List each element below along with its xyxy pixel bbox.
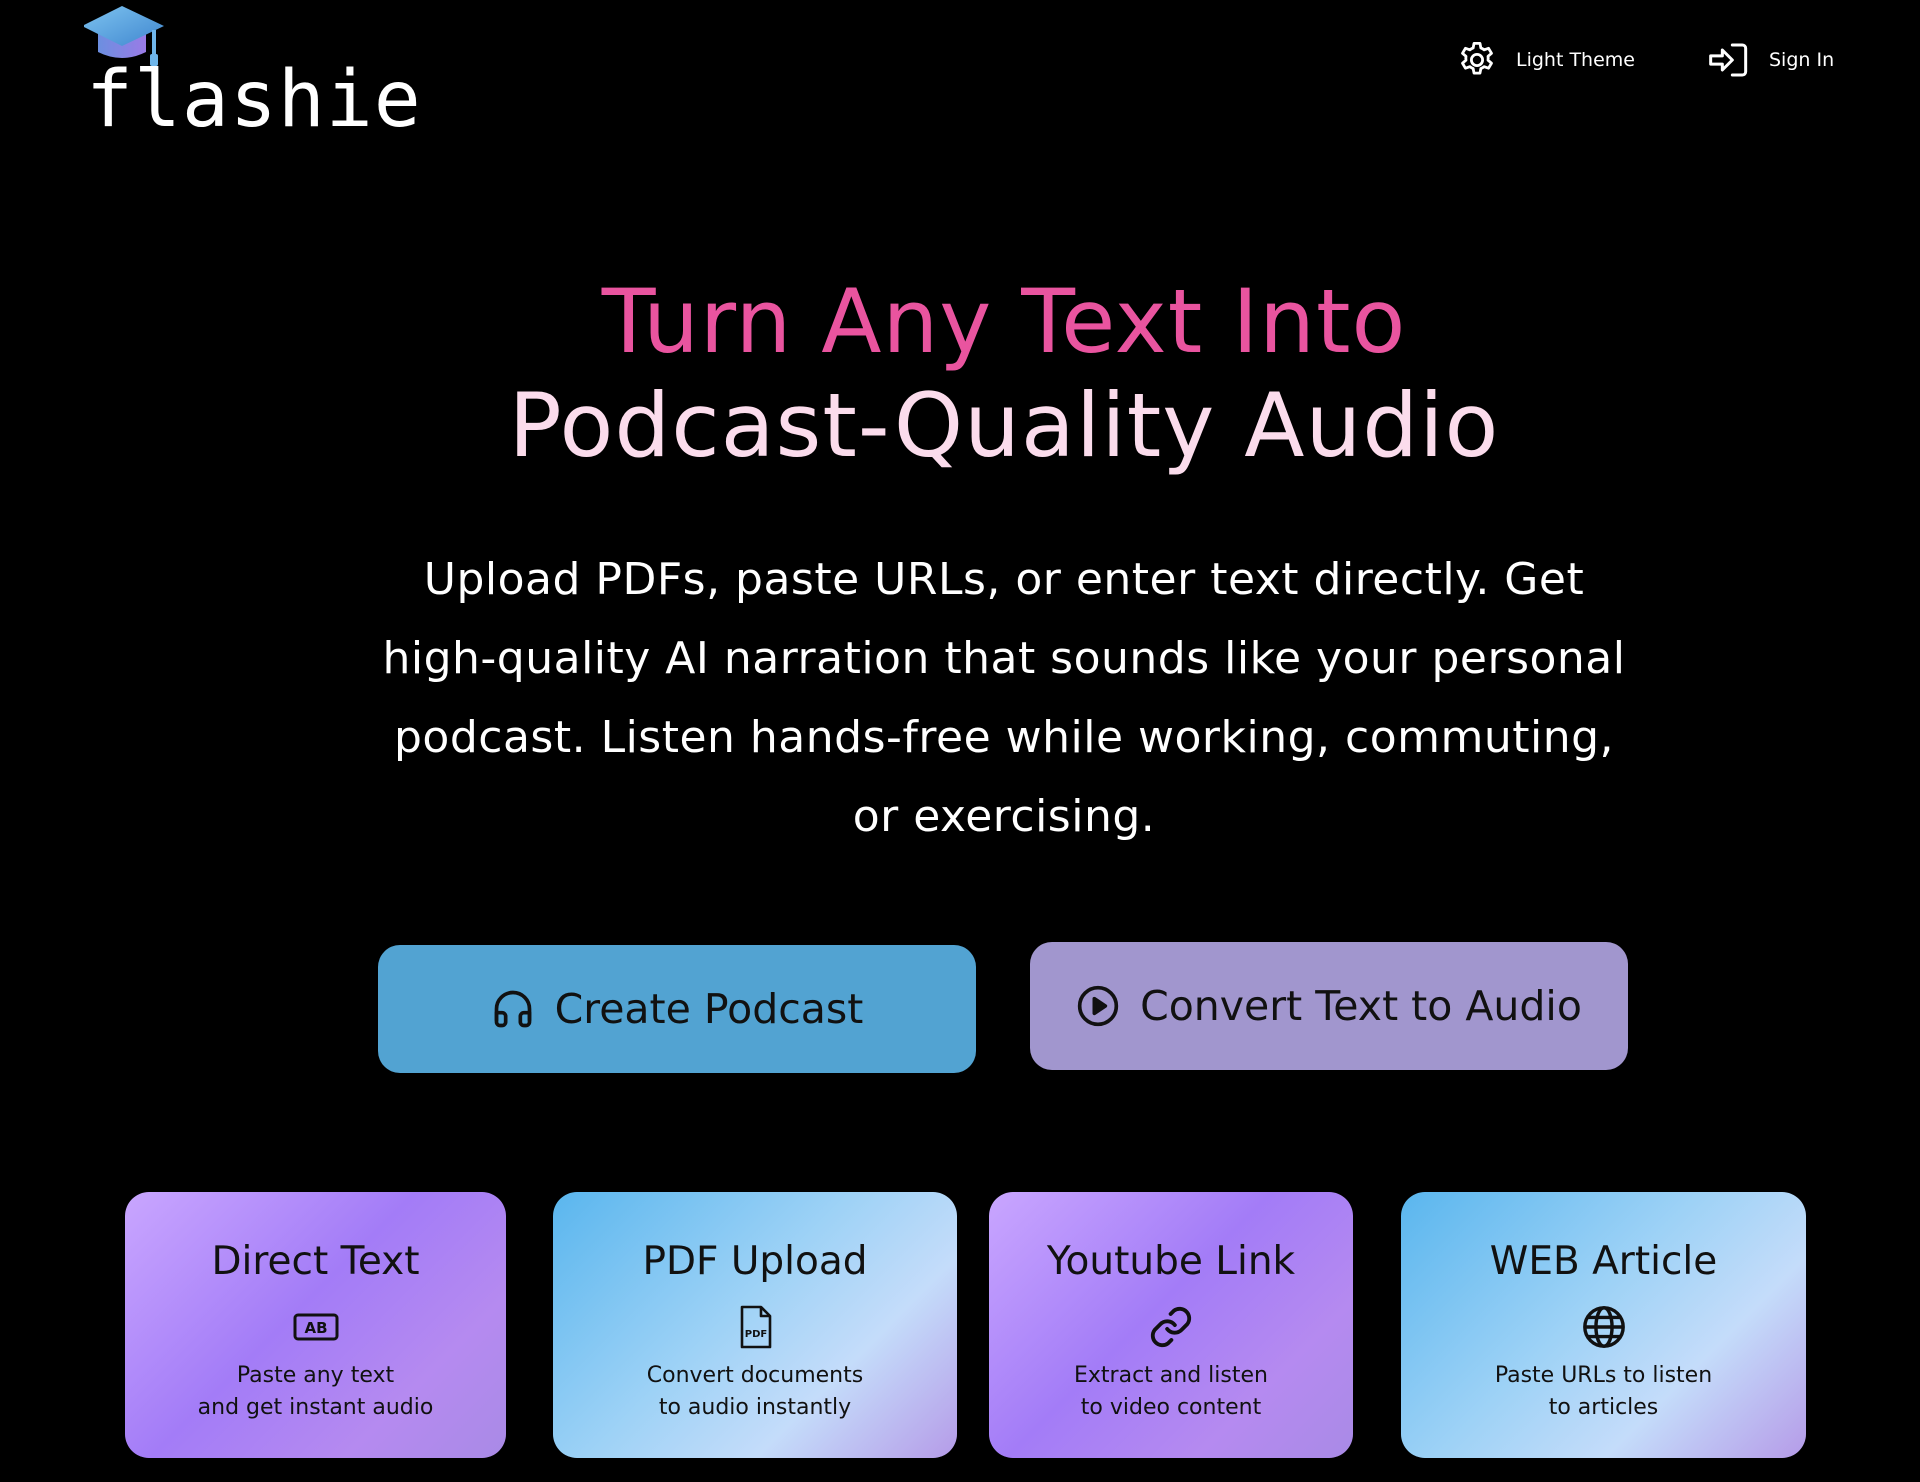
link-icon: [1150, 1306, 1192, 1348]
headphones-icon: [494, 990, 531, 1028]
sign-in-button[interactable]: Sign In: [1707, 32, 1834, 88]
feature-card-title: PDF Upload: [642, 1239, 868, 1284]
create-podcast-label: Create Podcast: [554, 985, 864, 1033]
hero-title: Turn Any Text Into Podcast-Quality Audio: [0, 270, 1920, 478]
feature-card-desc-line: and get instant audio: [197, 1395, 434, 1420]
feature-card-youtube-link[interactable]: Youtube Link Extract and listen to video…: [989, 1192, 1353, 1458]
globe-icon: [1582, 1306, 1625, 1348]
feature-card-desc-line: Extract and listen: [1074, 1363, 1268, 1388]
feature-card-desc-line: Convert documents: [646, 1363, 864, 1388]
theme-toggle-label: Light Theme: [1516, 49, 1635, 71]
feature-card-desc-line: to articles: [1548, 1395, 1659, 1420]
sign-in-icon: [1709, 43, 1748, 77]
convert-text-to-audio-button[interactable]: Convert Text to Audio: [1030, 942, 1628, 1070]
brand-logo[interactable]: flashie: [84, 4, 421, 144]
hero-subtitle: Upload PDFs, paste URLs, or enter text d…: [382, 554, 1626, 842]
text-ab-icon: AB: [293, 1313, 338, 1341]
feature-card-direct-text[interactable]: Direct Text AB Paste any text and get in…: [125, 1192, 506, 1458]
feature-card-web-article[interactable]: WEB Article Paste URLs to listen to arti…: [1401, 1192, 1806, 1458]
sign-in-label: Sign In: [1769, 49, 1835, 71]
feature-card-title: Youtube Link: [1046, 1239, 1296, 1284]
svg-text:AB: AB: [304, 1319, 327, 1337]
hero-title-line2: Podcast-Quality Audio: [508, 374, 1500, 477]
feature-card-title: WEB Article: [1489, 1239, 1718, 1284]
feature-card-description: Paste URLs to listen to articles: [1401, 1360, 1806, 1424]
feature-card-pdf-upload[interactable]: PDF Upload PDF Convert documents to audi…: [553, 1192, 957, 1458]
feature-card-title: Direct Text: [211, 1239, 420, 1284]
feature-card-desc-line: Paste URLs to listen: [1494, 1363, 1713, 1388]
svg-text:PDF: PDF: [745, 1329, 767, 1340]
gear-icon: [1461, 41, 1493, 75]
feature-card-desc-line: Paste any text: [236, 1363, 395, 1388]
brand-name: flashie: [86, 55, 422, 145]
theme-toggle-button[interactable]: Light Theme: [1456, 32, 1635, 88]
convert-text-to-audio-label: Convert Text to Audio: [1140, 982, 1582, 1030]
feature-card-description: Extract and listen to video content: [989, 1360, 1353, 1424]
create-podcast-button[interactable]: Create Podcast: [378, 945, 976, 1073]
feature-card-description: Paste any text and get instant audio: [125, 1360, 506, 1424]
feature-card-description: Convert documents to audio instantly: [553, 1360, 957, 1424]
play-circle-icon: [1077, 985, 1119, 1027]
hero-title-line1: Turn Any Text Into: [601, 270, 1407, 373]
feature-card-desc-line: to video content: [1080, 1395, 1262, 1420]
feature-card-desc-line: to audio instantly: [658, 1395, 852, 1420]
pdf-file-icon: PDF: [740, 1305, 772, 1349]
